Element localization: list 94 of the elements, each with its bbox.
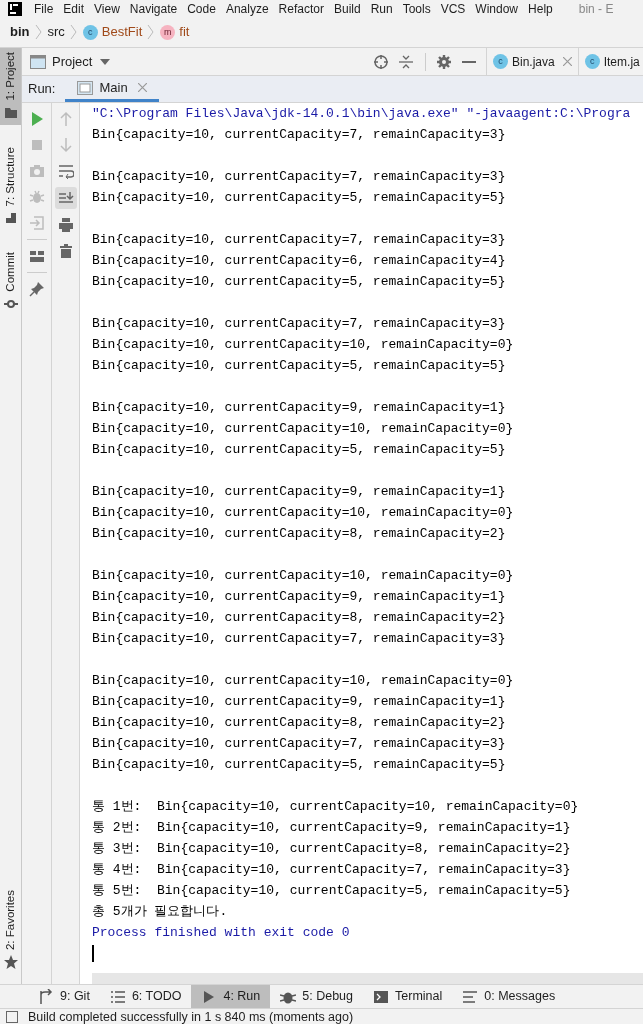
tool-window-tab[interactable]: Terminal [363,985,453,1008]
menu-item[interactable]: Help [528,2,553,15]
collapse-icon[interactable] [399,53,413,70]
menu-item[interactable]: Window [475,2,519,15]
pin-icon[interactable] [28,281,45,297]
tool-window-tab[interactable]: 9: Git [28,985,100,1008]
chevron-icon [69,24,78,40]
console-line: Bin{capacity=10, currentCapacity=7, remainCapacity=3} [92,734,506,753]
menu-item[interactable]: View [94,2,120,15]
chevron-icon [147,24,156,40]
console-line: Bin{capacity=10, currentCapacity=10, remainCapacity=0} [92,566,514,585]
method-icon: m [160,24,176,40]
class-icon: c [82,24,98,40]
tool-window-tab[interactable]: 0: Messages [452,985,566,1008]
editor-tab[interactable]: c Bin.java [487,48,579,75]
console-line: Bin{capacity=10, currentCapacity=7, remainCapacity=3} [92,125,506,144]
console-line: Bin{capacity=10, currentCapacity=7, remainCapacity=3} [92,230,506,249]
layout-icon[interactable] [28,248,45,264]
console-line: Bin{capacity=10, currentCapacity=7, remainCapacity=3} [92,629,506,648]
app-logo-icon[interactable] [8,1,22,16]
console-icon [77,80,94,95]
tool-window-tab[interactable]: 5: Debug [270,985,363,1008]
status-message: Build completed successfully in 1 s 840 ms (moments ago) [28,1009,354,1024]
tool-window-tab[interactable]: 6: TODO [99,985,192,1008]
console-line: Bin{capacity=10, currentCapacity=10, remainCapacity=0} [92,419,514,438]
menu-item[interactable]: File [34,2,54,15]
settings-icon[interactable] [436,53,452,70]
tool-window-tab[interactable]: 4: Run [191,985,271,1008]
git-icon [38,988,54,1005]
console-line: Bin{capacity=10, currentCapacity=8, remainCapacity=2} [92,713,506,732]
console-line: Bin{capacity=10, currentCapacity=9, remainCapacity=1} [92,482,506,501]
dropdown-icon[interactable] [100,58,111,65]
tool-window-tab[interactable]: 1: Project [0,48,21,125]
console-line: Bin{capacity=10, currentCapacity=5, remainCapacity=5} [92,755,506,774]
tab-label: Bin.java [512,53,555,71]
menu-item[interactable]: Edit [63,2,85,15]
horizontal-scrollbar[interactable] [92,973,643,984]
class-icon: c [493,54,508,69]
console-line: 총 5개가 필요합니다. [92,902,228,921]
locate-icon[interactable] [373,53,389,70]
tab-label: Item.ja [603,53,640,71]
console-line: Bin{capacity=10, currentCapacity=10, remainCapacity=0} [92,503,514,522]
breadcrumb-item[interactable]: bin [10,22,30,42]
console-line: Bin{capacity=10, currentCapacity=9, remainCapacity=1} [92,587,506,606]
console-line: Bin{capacity=10, currentCapacity=7, remainCapacity=3} [92,314,506,333]
menu-item[interactable]: Build [333,2,361,15]
menu-item[interactable]: VCS [440,2,466,15]
console-line: 통 2번: Bin{capacity=10, currentCapacity=9, remainCapacity=1} [92,818,571,837]
checkbox-icon[interactable] [6,1010,18,1023]
tool-window-tab[interactable]: Commit [0,248,21,316]
console-line: "C:\Program Files\Java\jdk-14.0.1\bin\java.exe" "-javaagent:C:\Progra [92,104,631,123]
console-line: 통 3번: Bin{capacity=10, currentCapacity=8, remainCapacity=2} [92,839,571,858]
console-line: Bin{capacity=10, currentCapacity=9, remainCapacity=1} [92,398,506,417]
text-cursor [92,945,94,962]
menu-item[interactable]: Refactor [278,2,324,15]
terminal-icon [373,988,389,1005]
breadcrumb-item[interactable]: BestFit [101,22,143,42]
panel-title[interactable]: Project [52,51,93,72]
todo-icon [109,988,126,1005]
console-line: 통 1번: Bin{capacity=10, currentCapacity=10, remainCapacity=0} [92,797,579,816]
window-title: bin - E [578,2,614,15]
console-line: Bin{capacity=10, currentCapacity=6, remainCapacity=4} [92,251,506,270]
run-label: Run: [28,80,56,99]
console-line: Bin{capacity=10, currentCapacity=5, remainCapacity=5} [92,440,506,459]
messages-icon [462,988,479,1005]
menu-item[interactable]: Run [370,2,393,15]
console-line: Bin{capacity=10, currentCapacity=5, remainCapacity=5} [92,356,506,375]
menu-item[interactable]: Analyze [225,2,269,15]
menu-item[interactable]: Tools [402,2,431,15]
panel-icon [30,54,46,69]
breadcrumb-item[interactable]: src [47,22,65,42]
console-line: Bin{capacity=10, currentCapacity=8, remainCapacity=2} [92,524,506,543]
console-line: Bin{capacity=10, currentCapacity=5, remainCapacity=5} [92,272,506,291]
breadcrumb-item[interactable]: fit [179,22,190,42]
trash-icon[interactable] [57,243,74,259]
console-line: 통 4번: Bin{capacity=10, currentCapacity=7, remainCapacity=3} [92,860,571,879]
console-line: Bin{capacity=10, currentCapacity=8, remainCapacity=2} [92,608,506,627]
menu-item[interactable]: Code [187,2,216,15]
tool-window-tab[interactable]: 2: Favorites [0,885,21,974]
class-icon: c [584,54,600,69]
chevron-icon [34,24,43,40]
console-line: 통 5번: Bin{capacity=10, currentCapacity=5, remainCapacity=5} [92,881,571,900]
console-line: Bin{capacity=10, currentCapacity=10, remainCapacity=0} [92,671,514,690]
soft-wrap-icon[interactable] [57,163,74,179]
console-line: Bin{capacity=10, currentCapacity=7, remainCapacity=3} [92,167,506,186]
print-icon[interactable] [57,217,74,233]
console-line: Process finished with exit code 0 [92,923,350,942]
favorites-icon [2,954,19,970]
console-line: Bin{capacity=10, currentCapacity=10, remainCapacity=0} [92,335,514,354]
menu-item[interactable]: Navigate [129,2,178,15]
editor-tab[interactable]: c Item.ja [578,48,643,75]
tool-window-tab[interactable]: 7: Structure [0,142,21,231]
console-line: Bin{capacity=10, currentCapacity=9, remainCapacity=1} [92,692,506,711]
console-line: Bin{capacity=10, currentCapacity=5, remainCapacity=5} [92,188,506,207]
